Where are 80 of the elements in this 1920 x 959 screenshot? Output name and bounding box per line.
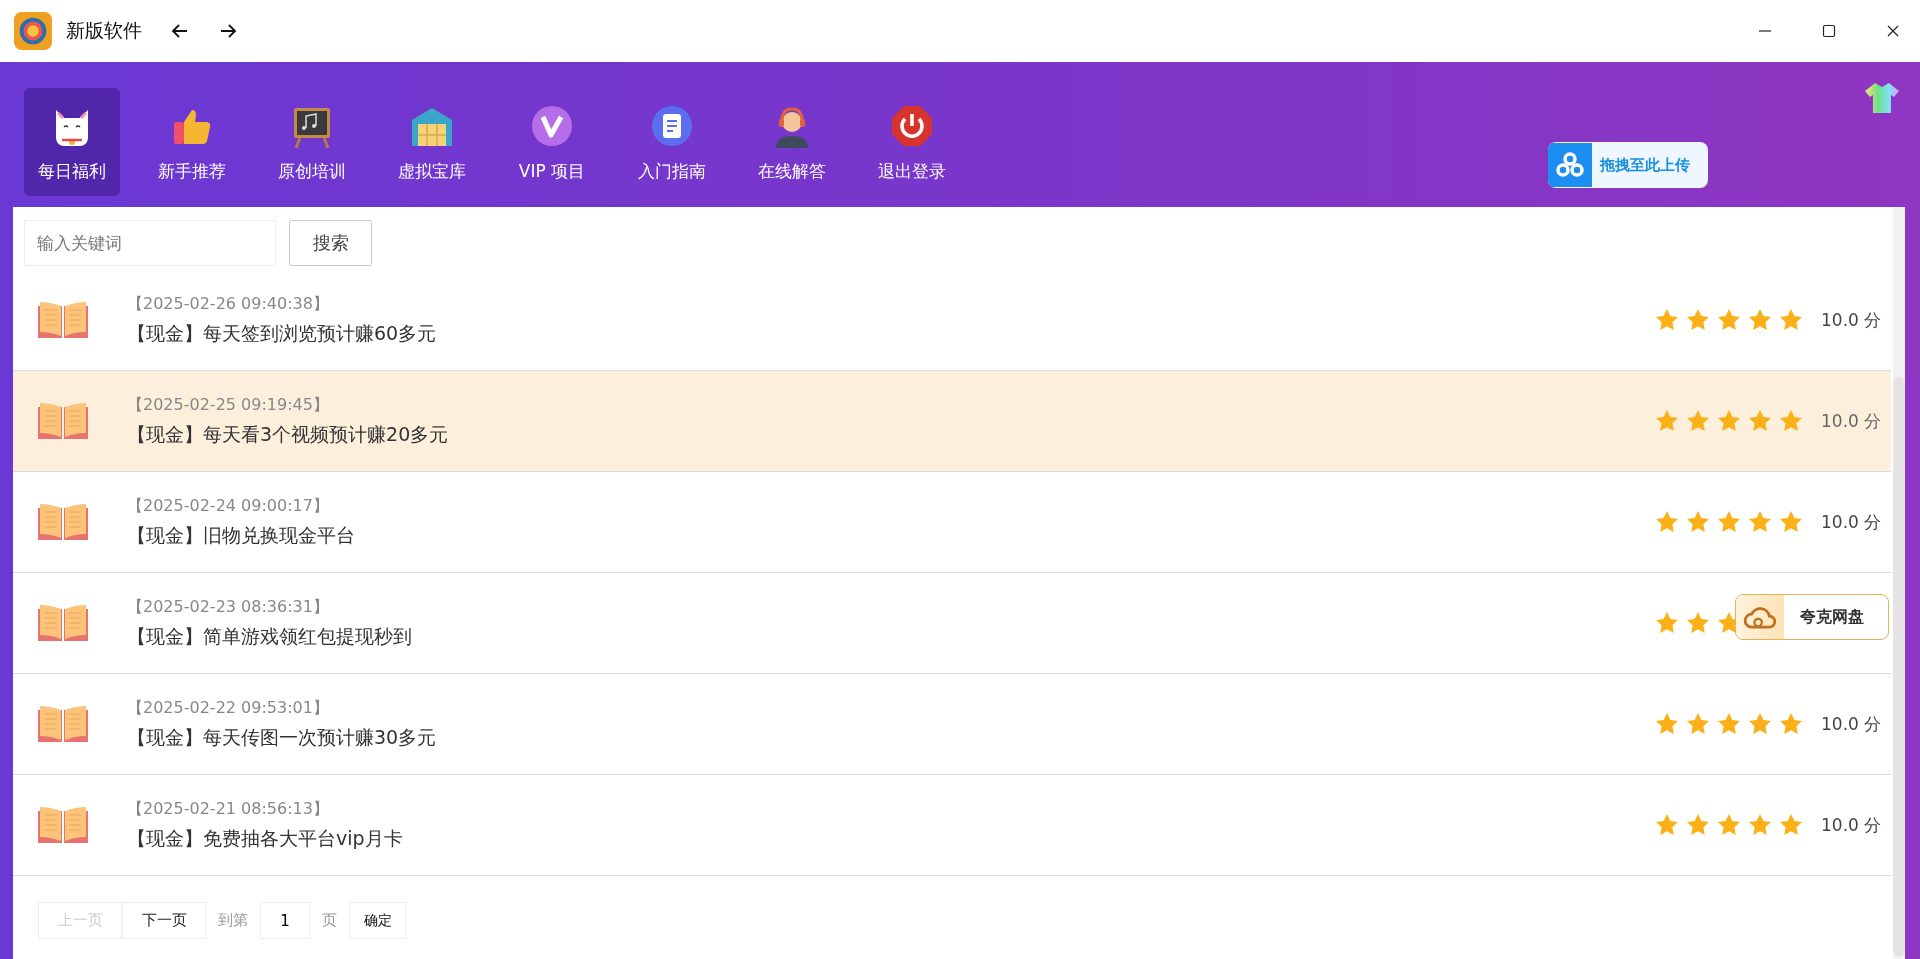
star-icon	[1779, 409, 1803, 433]
goto-label: 到第	[218, 911, 248, 930]
open-book-icon	[37, 805, 89, 845]
post-title[interactable]: 【现金】每天看3个视频预计赚20多元	[127, 421, 1655, 448]
star-icon	[1686, 510, 1710, 534]
score-text: 10.0 分	[1820, 712, 1883, 736]
star-icon	[1748, 510, 1772, 534]
nav-tab[interactable]: 在线解答	[744, 88, 840, 196]
open-book-icon	[37, 502, 89, 542]
upload-widget-label: 拖拽至此上传	[1598, 155, 1690, 175]
page-number-field[interactable]: 1	[260, 902, 310, 939]
cloud-drive-widget[interactable]: 夸克网盘	[1735, 594, 1889, 640]
next-page-button[interactable]: 下一页	[122, 902, 206, 939]
post-title[interactable]: 【现金】旧物兑换现金平台	[127, 522, 1655, 549]
open-book-icon	[37, 603, 89, 643]
star-icon	[1748, 409, 1772, 433]
star-icon	[1686, 308, 1710, 332]
post-title[interactable]: 【现金】每天传图一次预计赚30多元	[127, 724, 1655, 751]
scrollbar[interactable]	[1893, 207, 1905, 959]
open-book-icon	[37, 704, 89, 744]
star-icon	[1686, 813, 1710, 837]
post-date: 【2025-02-23 08:36:31】	[127, 596, 330, 618]
star-icon	[1686, 409, 1710, 433]
star-icon	[1779, 308, 1803, 332]
star-icon	[1748, 308, 1772, 332]
nav-tab[interactable]: 每日福利	[24, 88, 120, 196]
nav-tab[interactable]: 虚拟宝库	[384, 88, 480, 196]
nav-tab[interactable]: 原创培训	[264, 88, 360, 196]
star-icon	[1717, 813, 1741, 837]
score-text: 10.0 分	[1820, 409, 1883, 433]
score-text: 10.0 分	[1820, 813, 1883, 837]
list-row[interactable]: 【2025-02-24 09:00:17】 【现金】旧物兑换现金平台 10.0 分	[13, 472, 1891, 573]
post-title[interactable]: 【现金】免费抽各大平台vip月卡	[127, 825, 1655, 852]
star-icon	[1717, 409, 1741, 433]
post-date: 【2025-02-25 09:19:45】	[127, 394, 330, 416]
post-date: 【2025-02-22 09:53:01】	[127, 697, 330, 719]
close-icon[interactable]	[1886, 24, 1900, 38]
list-row[interactable]: 【2025-02-25 09:19:45】 【现金】每天看3个视频预计赚20多元 10.0 分	[13, 371, 1891, 472]
star-icon	[1655, 510, 1679, 534]
post-date: 【2025-02-21 08:56:13】	[127, 798, 330, 820]
star-icon	[1686, 611, 1710, 635]
cloud-widget-label: 夸克网盘	[1800, 606, 1864, 628]
cloud-icon	[1743, 604, 1777, 630]
app-logo-icon	[14, 12, 52, 50]
maximize-icon[interactable]	[1822, 24, 1836, 38]
star-icon	[1717, 712, 1741, 736]
list-row[interactable]: 【2025-02-21 08:56:13】 【现金】免费抽各大平台vip月卡 10.0 分	[13, 775, 1891, 876]
post-title[interactable]: 【现金】简单游戏领红包提现秒到	[127, 623, 1655, 650]
nav-tab[interactable]: 退出登录	[864, 88, 960, 196]
star-icon	[1717, 510, 1741, 534]
star-icon	[1686, 712, 1710, 736]
cloud-rings-icon	[1548, 142, 1592, 188]
search-field[interactable]: 输入关键词	[24, 220, 276, 266]
page-unit-label: 页	[322, 911, 337, 930]
star-icon	[1779, 510, 1803, 534]
post-date: 【2025-02-24 09:00:17】	[127, 495, 330, 517]
search-button[interactable]: 搜索	[289, 220, 372, 266]
nav-tab[interactable]: 新手推荐	[144, 88, 240, 196]
score-text: 10.0 分	[1820, 510, 1883, 534]
nav-tab[interactable]: VIP 项目	[504, 88, 600, 196]
nav-tab[interactable]: 入门指南	[624, 88, 720, 196]
open-book-icon	[37, 401, 89, 441]
confirm-button[interactable]: 确定	[349, 902, 406, 939]
list-row[interactable]: 【2025-02-22 09:53:01】 【现金】每天传图一次预计赚30多元 10.0 分	[13, 674, 1891, 775]
star-icon	[1779, 712, 1803, 736]
star-icon	[1655, 813, 1679, 837]
star-icon	[1717, 308, 1741, 332]
window-title: 新版软件	[66, 18, 142, 43]
star-icon	[1748, 712, 1772, 736]
post-date: 【2025-02-26 09:40:38】	[127, 293, 330, 315]
t-shirt-icon[interactable]	[1864, 82, 1900, 114]
post-title[interactable]: 【现金】每天签到浏览预计赚60多元	[127, 320, 1655, 347]
star-icon	[1655, 409, 1679, 433]
star-icon	[1655, 308, 1679, 332]
score-text: 10.0 分	[1820, 308, 1883, 332]
star-icon	[1655, 611, 1679, 635]
star-icon	[1779, 813, 1803, 837]
star-icon	[1655, 712, 1679, 736]
open-book-icon	[37, 300, 89, 340]
star-icon	[1748, 813, 1772, 837]
